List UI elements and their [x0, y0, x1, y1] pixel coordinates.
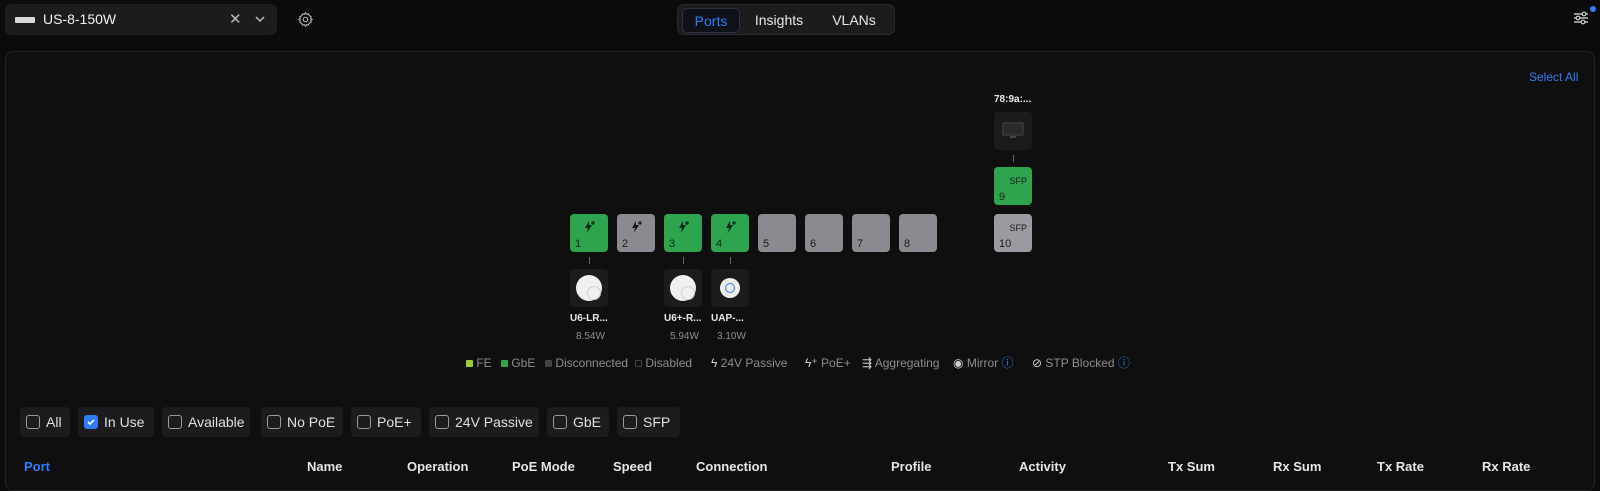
device-name: 78:9a:...	[994, 94, 1032, 105]
column-tx-sum[interactable]: Tx Sum	[1168, 459, 1215, 474]
legend-fe: FE	[466, 355, 492, 371]
device-selector[interactable]: US-8-150W ✕	[5, 4, 277, 35]
sfp-label: SFP	[1009, 223, 1027, 233]
port-7[interactable]: 7	[852, 214, 890, 252]
port-8[interactable]: 8	[899, 214, 937, 252]
select-all-link[interactable]: Select All	[1529, 70, 1578, 84]
port-number: 9	[999, 191, 1006, 203]
port-number: 8	[904, 238, 911, 250]
port-number: 1	[575, 238, 582, 250]
column-tx-rate[interactable]: Tx Rate	[1377, 459, 1424, 474]
port-6[interactable]: 6	[805, 214, 843, 252]
column-profile[interactable]: Profile	[891, 459, 931, 474]
link-line	[683, 257, 684, 264]
access-point[interactable]	[570, 269, 608, 307]
column-connection[interactable]: Connection	[696, 459, 768, 474]
filter-all[interactable]: All	[20, 407, 70, 437]
poe-plus-icon	[585, 221, 595, 233]
port-3[interactable]: 3	[664, 214, 702, 252]
port-4[interactable]: 4	[711, 214, 749, 252]
port-2[interactable]: 2	[617, 214, 655, 252]
poe-plus-icon	[632, 221, 642, 233]
tab-ports[interactable]: Ports	[682, 8, 740, 33]
filter-24v-passive[interactable]: 24V Passive	[429, 407, 539, 437]
switch-icon	[15, 17, 35, 23]
access-point-icon	[576, 275, 602, 301]
column-poe-mode[interactable]: PoE Mode	[512, 459, 575, 474]
notification-dot	[1590, 6, 1596, 12]
port-number: 10	[999, 238, 1012, 250]
port-number: 7	[857, 238, 864, 250]
eye-icon: ◉	[953, 356, 964, 370]
port-1[interactable]: 1	[570, 214, 608, 252]
device-name: U6+-R...	[664, 313, 702, 324]
tab-insights[interactable]: Insights	[742, 8, 816, 33]
filter-poe-plus[interactable]: PoE+	[351, 407, 421, 437]
legend-poe-plus: ϟ⁺ PoE+	[805, 356, 851, 370]
port-5[interactable]: 5	[758, 214, 796, 252]
port-number: 4	[716, 238, 723, 250]
poe-plus-icon: ϟ⁺	[805, 356, 818, 370]
legend-disconnected: Disconnected	[545, 355, 628, 371]
aggregate-icon: ⇶	[862, 356, 873, 370]
access-point[interactable]	[711, 269, 749, 307]
tab-vlans[interactable]: VLANs	[818, 8, 890, 33]
legend-24v-passive: ϟ 24V Passive	[711, 356, 788, 370]
close-icon[interactable]: ✕	[229, 11, 242, 29]
column-name[interactable]: Name	[307, 459, 342, 474]
filter-sfp[interactable]: SFP	[617, 407, 680, 437]
filter-no-poe[interactable]: No PoE	[261, 407, 343, 437]
sfp-label: SFP	[1009, 176, 1027, 186]
port-9-sfp[interactable]: SFP 9	[994, 167, 1032, 205]
port-10-sfp[interactable]: SFP 10	[994, 214, 1032, 252]
view-tabs: Ports Insights VLANs	[677, 4, 895, 35]
filter-settings-icon[interactable]	[1573, 10, 1589, 26]
bolt-icon: ϟ	[711, 356, 718, 370]
column-rx-rate[interactable]: Rx Rate	[1482, 459, 1530, 474]
device-power: 5.94W	[670, 331, 699, 342]
access-point-icon	[670, 275, 696, 301]
link-line	[589, 257, 590, 264]
device-power: 8.54W	[576, 331, 605, 342]
legend-gbe: GbE	[501, 355, 535, 371]
column-speed[interactable]: Speed	[613, 459, 652, 474]
legend-aggregating: ⇶ Aggregating	[862, 356, 940, 370]
device-power: 3.10W	[717, 331, 746, 342]
info-icon: ⓘ	[1001, 356, 1014, 370]
legend-mirror: ◉ Mirror ⓘ	[953, 356, 1014, 370]
legend-stp-blocked: ⊘ STP Blocked ⓘ	[1032, 356, 1130, 370]
column-operation[interactable]: Operation	[407, 459, 468, 474]
link-line	[1013, 155, 1014, 162]
blocked-icon: ⊘	[1032, 356, 1043, 370]
column-activity[interactable]: Activity	[1019, 459, 1066, 474]
port-number: 3	[669, 238, 676, 250]
column-rx-sum[interactable]: Rx Sum	[1273, 459, 1321, 474]
legend-disabled: Disabled	[635, 355, 692, 371]
device-name: US-8-150W	[43, 11, 117, 27]
monitor-icon	[1002, 122, 1024, 138]
filter-in-use[interactable]: In Use	[78, 407, 154, 437]
device-name: U6-LR...	[570, 313, 608, 324]
filter-gbe[interactable]: GbE	[547, 407, 609, 437]
chevron-down-icon[interactable]	[253, 12, 267, 26]
port-number: 5	[763, 238, 770, 250]
link-line	[730, 257, 731, 264]
port-number: 2	[622, 238, 629, 250]
access-point-icon	[720, 278, 740, 298]
gear-icon[interactable]	[297, 11, 314, 28]
poe-plus-icon	[679, 221, 689, 233]
poe-plus-icon	[726, 221, 736, 233]
filter-available[interactable]: Available	[162, 407, 250, 437]
access-point[interactable]	[664, 269, 702, 307]
device-name: UAP-...	[711, 313, 744, 324]
client-device[interactable]	[994, 112, 1032, 150]
column-port[interactable]: Port	[24, 459, 50, 474]
port-number: 6	[810, 238, 817, 250]
info-icon: ⓘ	[1117, 356, 1130, 370]
